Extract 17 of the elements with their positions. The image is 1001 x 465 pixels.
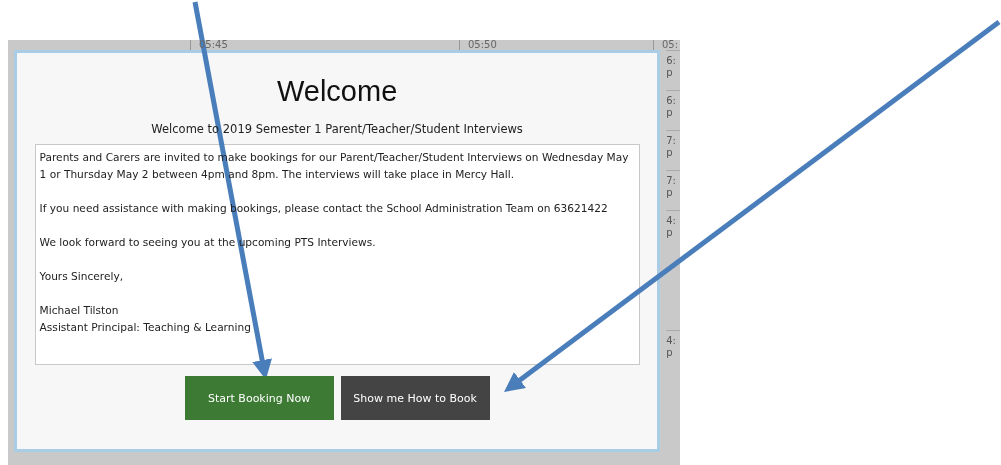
message-paragraph: Michael Tilston Assistant Principal: Teaching & Learning — [39, 303, 252, 335]
start-booking-button[interactable]: Start Booking Now — [184, 376, 334, 420]
slot-time: 7: — [666, 135, 676, 146]
slot-time: 7: — [666, 175, 676, 186]
slot-note: p — [666, 187, 673, 198]
how-to-book-button[interactable]: Show me How to Book — [340, 376, 490, 420]
slot-time: 6: — [666, 95, 676, 106]
slot-note: p — [666, 347, 673, 358]
slot-note: p — [666, 67, 673, 78]
dialog-title: Welcome — [276, 75, 398, 108]
message-paragraph: Yours Sincerely, — [39, 269, 125, 284]
slot-note: p — [666, 107, 673, 118]
slot-time: 4: — [666, 215, 676, 226]
slot-time: 6: — [666, 55, 676, 66]
slot-time: 4: — [666, 335, 676, 346]
slot-note: p — [666, 147, 673, 158]
slot-note: p — [666, 227, 673, 238]
